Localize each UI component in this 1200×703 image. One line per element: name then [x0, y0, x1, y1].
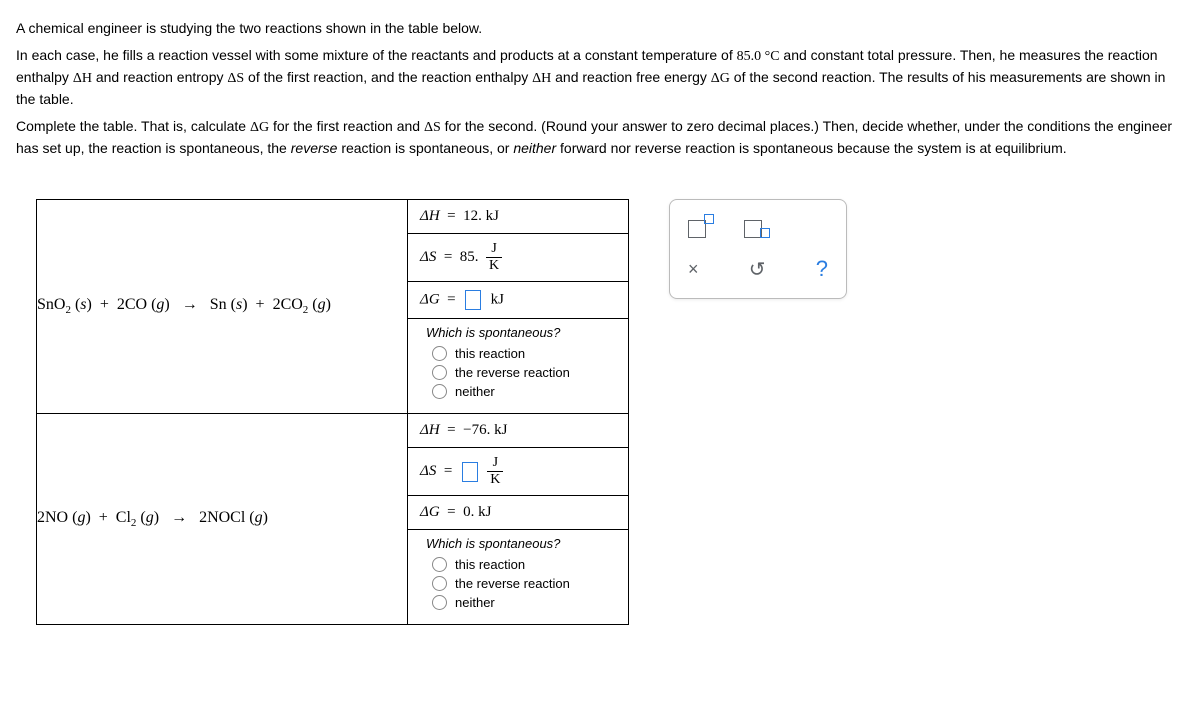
rxn1-dS: ΔS = 85. JK [408, 234, 628, 282]
rxn2-opt-neither[interactable] [432, 595, 447, 610]
para-3: Complete the table. That is, calculate Δ… [16, 116, 1184, 159]
answer-toolbar: × ↺ ? [669, 199, 847, 299]
reaction-2-equation: 2NO (g) + Cl2 (g) → 2NOCl (g) [37, 414, 408, 625]
rxn2-opt-reverse[interactable] [432, 576, 447, 591]
superscript-tool[interactable] [688, 214, 714, 238]
rxn1-spontaneous: Which is spontaneous? this reaction the … [408, 319, 628, 413]
rxn2-dG: ΔG = 0. kJ [408, 496, 628, 530]
reaction-1-equation: SnO2 (s) + 2CO (g) → Sn (s) + 2CO2 (g) [37, 200, 408, 414]
rxn2-dH: ΔH = −76. kJ [408, 414, 628, 448]
subscript-tool[interactable] [744, 214, 770, 238]
rxn2-spontaneous: Which is spontaneous? this reaction the … [408, 530, 628, 624]
clear-tool[interactable]: × [688, 259, 699, 280]
reset-tool[interactable]: ↺ [749, 257, 766, 282]
para-2: In each case, he fills a reaction vessel… [16, 45, 1184, 110]
rxn1-opt-reverse[interactable] [432, 365, 447, 380]
reactions-table: SnO2 (s) + 2CO (g) → Sn (s) + 2CO2 (g) Δ… [36, 199, 629, 625]
rxn1-opt-this[interactable] [432, 346, 447, 361]
rxn1-dG: ΔG = kJ [408, 282, 628, 319]
rxn2-formula: 2NO (g) + Cl2 (g) → 2NOCl (g) [37, 509, 268, 526]
rxn1-opt-neither[interactable] [432, 384, 447, 399]
rxn2-dS: ΔS = JK [408, 448, 628, 496]
rxn2-dS-input[interactable] [462, 462, 478, 482]
rxn2-opt-this[interactable] [432, 557, 447, 572]
problem-statement: A chemical engineer is studying the two … [16, 18, 1184, 159]
rxn1-formula: SnO2 (s) + 2CO (g) → Sn (s) + 2CO2 (g) [37, 296, 331, 313]
rxn1-dH: ΔH = 12. kJ [408, 200, 628, 234]
help-tool[interactable]: ? [816, 256, 828, 282]
rxn1-dG-input[interactable] [465, 290, 481, 310]
para-1: A chemical engineer is studying the two … [16, 18, 1184, 39]
